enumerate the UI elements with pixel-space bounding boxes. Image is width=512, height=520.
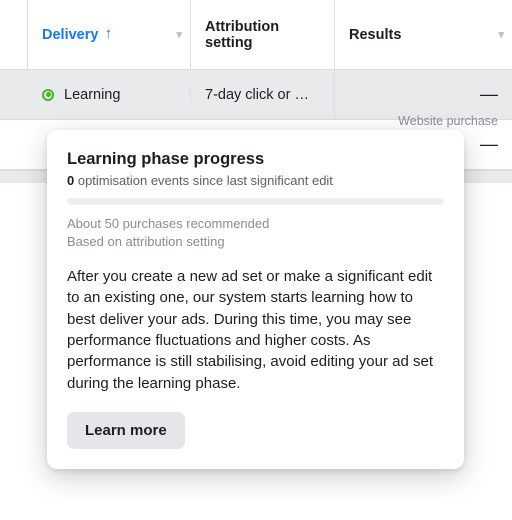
header-delivery[interactable]: Delivery ↑ ▾ [28, 0, 191, 69]
header-attribution-label: Attribution setting [205, 19, 320, 51]
results-value: — [480, 134, 498, 155]
hint-line-2: Based on attribution setting [67, 234, 225, 249]
header-results[interactable]: Results ▾ [335, 0, 512, 69]
tooltip-subtitle: 0 optimisation events since last signifi… [67, 173, 444, 188]
chevron-down-icon[interactable]: ▾ [498, 28, 504, 41]
results-sub-label: Website purchase [398, 114, 498, 128]
results-value: — [480, 84, 498, 105]
progress-bar [67, 198, 444, 205]
table-header-row: Delivery ↑ ▾ Attribution setting Results… [0, 0, 512, 70]
learn-more-button[interactable]: Learn more [67, 412, 185, 449]
tooltip-body: After you create a new ad set or make a … [67, 266, 444, 394]
table-row[interactable]: Learning 7-day click or … — Website purc… [0, 70, 512, 120]
cell-results: — Website purchase [335, 84, 512, 105]
header-spacer [0, 0, 28, 69]
hint-line-1: About 50 purchases recommended [67, 216, 269, 231]
learning-phase-tooltip: Learning phase progress 0 optimisation e… [47, 130, 464, 469]
sort-ascending-icon: ↑ [104, 25, 112, 42]
events-text: optimisation events since last significa… [74, 173, 333, 188]
tooltip-title: Learning phase progress [67, 150, 444, 169]
status-learning-icon [42, 89, 54, 101]
cell-attribution: 7-day click or … [191, 70, 335, 120]
header-results-label: Results [349, 27, 401, 43]
chevron-down-icon[interactable]: ▾ [176, 28, 182, 41]
tooltip-hint: About 50 purchases recommended Based on … [67, 215, 444, 250]
header-delivery-label: Delivery [42, 27, 98, 43]
cell-delivery[interactable]: Learning [28, 87, 191, 103]
delivery-status-text: Learning [64, 87, 120, 103]
header-attribution[interactable]: Attribution setting [191, 0, 335, 69]
